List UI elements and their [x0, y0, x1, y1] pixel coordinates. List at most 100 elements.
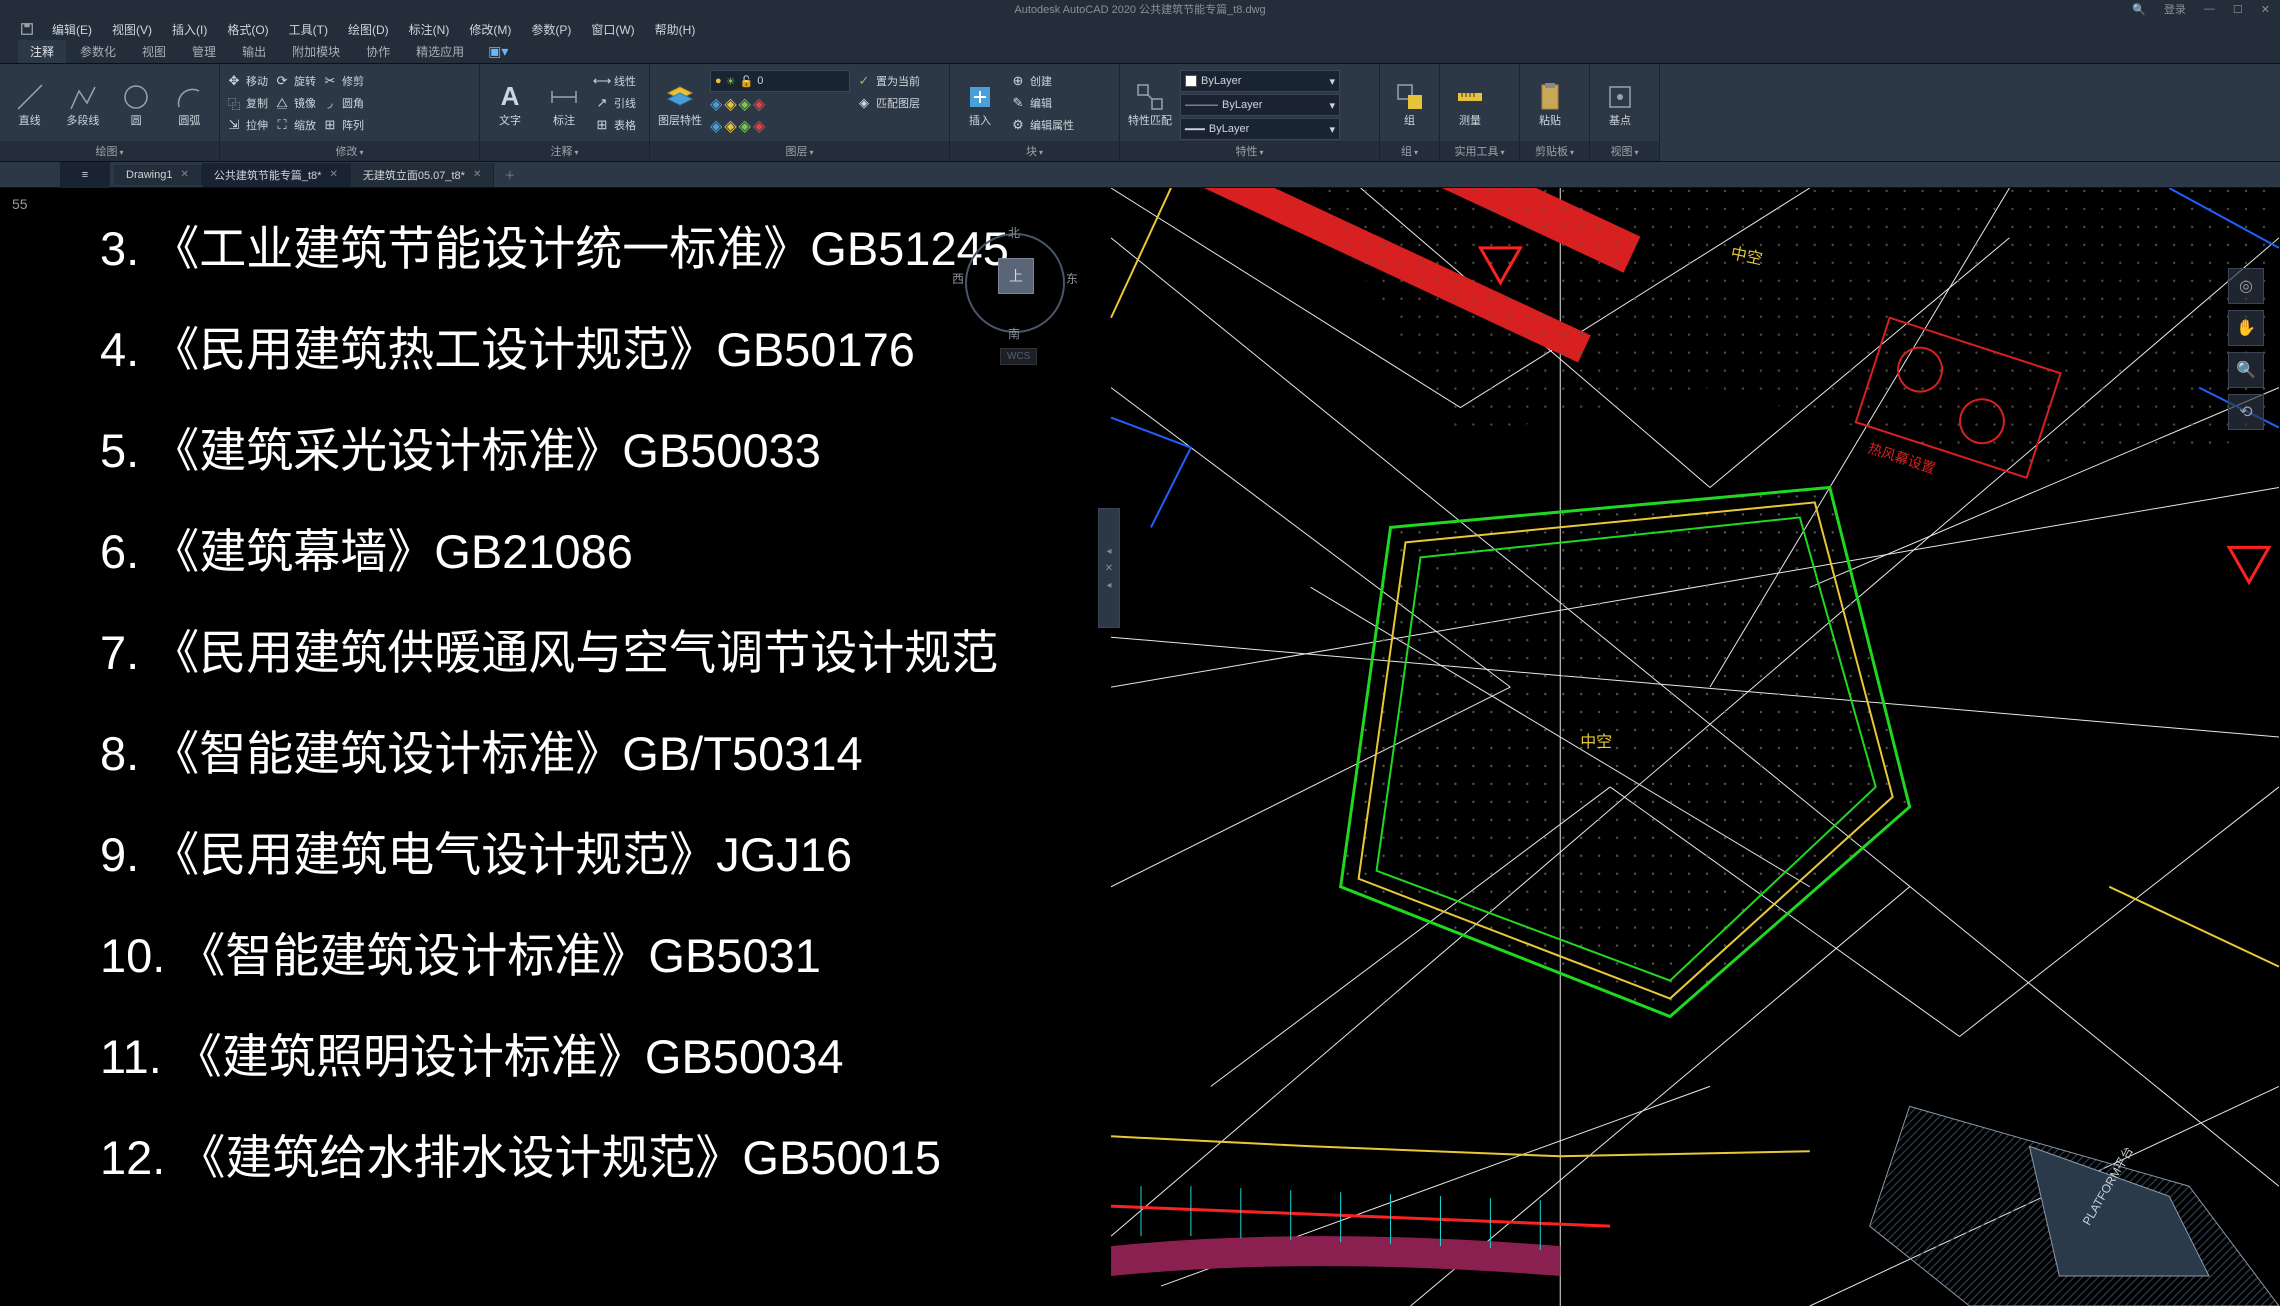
move-button[interactable]: ✥移动 [226, 70, 268, 92]
zoom-icon[interactable]: 🔍 [2228, 352, 2264, 388]
layer-icon[interactable]: ◈ [739, 94, 751, 114]
layer-icon[interactable]: ◈ [724, 94, 736, 114]
tab-featured[interactable]: 精选应用 [404, 40, 476, 63]
pan-icon[interactable]: ✋ [2228, 310, 2264, 346]
doc-tab-1[interactable]: Drawing1✕ [114, 165, 202, 185]
viewport-splitter[interactable]: ◂✕◂ [1098, 508, 1120, 628]
arc-button[interactable]: 圆弧 [166, 70, 213, 138]
menu-window[interactable]: 窗口(W) [583, 19, 642, 40]
set-current-button[interactable]: ✓置为当前 [856, 70, 920, 92]
save-icon[interactable] [20, 22, 34, 36]
workspace: 3. 《工业建筑节能设计统一标准》GB51245 4. 《民用建筑热工设计规范》… [0, 188, 2280, 1306]
menu-format[interactable]: 格式(O) [219, 19, 276, 40]
wcs-indicator[interactable]: WCS [1000, 348, 1037, 365]
create-button[interactable]: ⊕创建 [1010, 70, 1074, 92]
layer-icon[interactable]: ◈ [753, 94, 765, 114]
group-button[interactable]: 组 [1386, 70, 1433, 138]
orbit-icon[interactable]: ⟲ [2228, 394, 2264, 430]
layer-dropdown[interactable]: ●☀🔓0 [710, 70, 850, 92]
tab-overflow-icon[interactable]: ▣▾ [488, 43, 508, 60]
search-icon[interactable]: 🔍 [2132, 3, 2146, 16]
start-tab[interactable]: ≡ [60, 162, 110, 188]
dim-button[interactable]: 标注 [540, 70, 588, 138]
table-button[interactable]: ⊞表格 [594, 114, 636, 136]
line-button[interactable]: 直线 [6, 70, 53, 138]
panel-draw: 直线 多段线 圆 圆弧 绘图▾ [0, 64, 220, 161]
tab-manage[interactable]: 管理 [180, 40, 228, 63]
tab-annotate[interactable]: 注释 [18, 40, 66, 63]
layer-icon[interactable]: ◈ [724, 116, 736, 136]
copy-button[interactable]: ⿻复制 [226, 92, 268, 114]
linetype-dropdown[interactable]: ———ByLayer▾ [1180, 94, 1340, 116]
paste-button[interactable]: 粘贴 [1526, 70, 1574, 138]
menu-view[interactable]: 视图(V) [104, 19, 160, 40]
text-button[interactable]: A文字 [486, 70, 534, 138]
menu-dim[interactable]: 标注(N) [401, 19, 458, 40]
panel-clip: 粘贴 剪贴板▾ [1520, 64, 1590, 161]
ribbon: 直线 多段线 圆 圆弧 绘图▾ ✥移动 ⿻复制 ⇲拉伸 ⟳旋转 ⧋镜像 ⛶缩放 … [0, 64, 2280, 162]
navigation-bar: ◎ ✋ 🔍 ⟲ [2228, 268, 2268, 430]
panel-util: 测量 实用工具▾ [1440, 64, 1520, 161]
close-icon[interactable]: ✕ [2261, 3, 2270, 16]
view-cube[interactable]: 上 北 南 东 西 [960, 228, 1070, 338]
layer-icon[interactable]: ◈ [753, 116, 765, 136]
login-link[interactable]: 登录 [2164, 1, 2186, 17]
tab-output[interactable]: 输出 [230, 40, 278, 63]
doc-tab-3[interactable]: 无建筑立面05.07_t8*✕ [351, 163, 495, 187]
text-line: 9. 《民用建筑电气设计规范》JGJ16 [100, 804, 1110, 905]
mirror-button[interactable]: ⧋镜像 [274, 92, 316, 114]
text-line: 8. 《智能建筑设计标准》GB/T50314 [100, 703, 1110, 804]
array-button[interactable]: ⊞阵列 [322, 114, 364, 136]
fillet-button[interactable]: ◞圆角 [322, 92, 364, 114]
text-content: 3. 《工业建筑节能设计统一标准》GB51245 4. 《民用建筑热工设计规范》… [100, 198, 1110, 1208]
color-dropdown[interactable]: ByLayer▾ [1180, 70, 1340, 92]
measure-button[interactable]: 测量 [1446, 70, 1494, 138]
edit-button[interactable]: ✎编辑 [1010, 92, 1074, 114]
polyline-button[interactable]: 多段线 [59, 70, 106, 138]
menu-param[interactable]: 参数(P) [523, 19, 579, 40]
menu-tools[interactable]: 工具(T) [281, 19, 336, 40]
svg-text:中空: 中空 [1580, 733, 1612, 751]
lineweight-dropdown[interactable]: ━━━ByLayer▾ [1180, 118, 1340, 140]
match-layer-button[interactable]: ◈匹配图层 [856, 92, 920, 114]
insert-button[interactable]: 插入 [956, 70, 1004, 138]
rotate-button[interactable]: ⟳旋转 [274, 70, 316, 92]
menu-bar: 编辑(E) 视图(V) 插入(I) 格式(O) 工具(T) 绘图(D) 标注(N… [0, 18, 2280, 40]
max-icon[interactable]: ☐ [2233, 3, 2243, 16]
menu-modify[interactable]: 修改(M) [461, 19, 519, 40]
menu-insert[interactable]: 插入(I) [164, 19, 215, 40]
scale-button[interactable]: ⛶缩放 [274, 114, 316, 136]
panel-modify: ✥移动 ⿻复制 ⇲拉伸 ⟳旋转 ⧋镜像 ⛶缩放 ✂修剪 ◞圆角 ⊞阵列 修改▾ [220, 64, 480, 161]
tab-parametric[interactable]: 参数化 [68, 40, 128, 63]
left-viewport[interactable]: 3. 《工业建筑节能设计统一标准》GB51245 4. 《民用建筑热工设计规范》… [0, 188, 1110, 1306]
stretch-button[interactable]: ⇲拉伸 [226, 114, 268, 136]
layer-props-button[interactable]: 图层特性 [656, 70, 704, 138]
layer-icon[interactable]: ◈ [710, 116, 722, 136]
new-tab-button[interactable]: ＋ [494, 163, 525, 187]
tab-addins[interactable]: 附加模块 [280, 40, 352, 63]
min-icon[interactable]: — [2204, 3, 2215, 15]
match-props-button[interactable]: 特性匹配 [1126, 70, 1174, 138]
tab-collab[interactable]: 协作 [354, 40, 402, 63]
panel-annotate: A文字 标注 ⟷线性 ↗引线 ⊞表格 注释▾ [480, 64, 650, 161]
doc-tab-2[interactable]: 公共建筑节能专篇_t8*✕ [202, 163, 351, 187]
close-tab-icon[interactable]: ✕ [180, 169, 188, 180]
linear-button[interactable]: ⟷线性 [594, 70, 636, 92]
close-tab-icon[interactable]: ✕ [473, 169, 481, 180]
close-tab-icon[interactable]: ✕ [329, 169, 337, 180]
circle-button[interactable]: 圆 [113, 70, 160, 138]
right-viewport[interactable]: 中空 热风幕设置 中空 [1110, 188, 2280, 1306]
menu-edit[interactable]: 编辑(E) [44, 19, 100, 40]
attr-button[interactable]: ⚙编辑属性 [1010, 114, 1074, 136]
steering-wheel-icon[interactable]: ◎ [2228, 268, 2264, 304]
layer-icon[interactable]: ◈ [739, 116, 751, 136]
tab-view[interactable]: 视图 [130, 40, 178, 63]
menu-help[interactable]: 帮助(H) [647, 19, 704, 40]
leader-button[interactable]: ↗引线 [594, 92, 636, 114]
layer-icon[interactable]: ◈ [710, 94, 722, 114]
trim-button[interactable]: ✂修剪 [322, 70, 364, 92]
menu-draw[interactable]: 绘图(D) [340, 19, 397, 40]
text-line: 7. 《民用建筑供暖通风与空气调节设计规范 [100, 602, 1110, 703]
ribbon-tabs: 注释 参数化 视图 管理 输出 附加模块 协作 精选应用 ▣▾ [0, 40, 2280, 64]
base-button[interactable]: 基点 [1596, 70, 1644, 138]
